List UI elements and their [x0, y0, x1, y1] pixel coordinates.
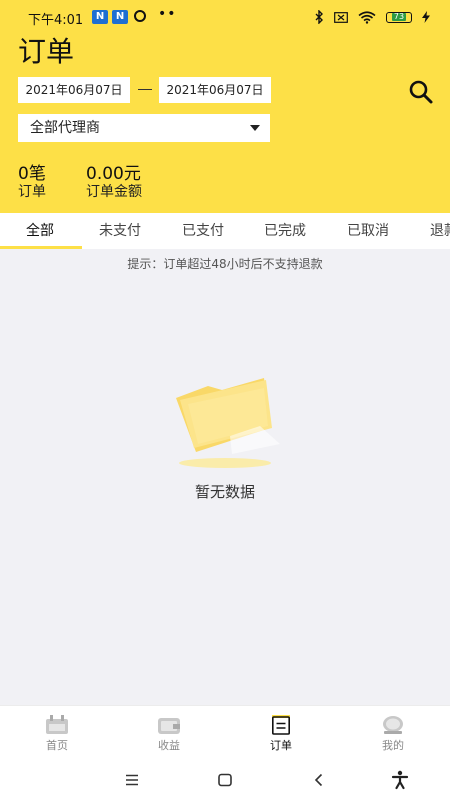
- dropdown-caret-icon: [250, 125, 260, 131]
- tab-refund[interactable]: 退款: [430, 213, 450, 249]
- status-time: 下午4:01: [28, 13, 84, 28]
- tab-cancelled[interactable]: 已取消: [347, 213, 389, 249]
- tab-paid[interactable]: 已支付: [182, 213, 224, 249]
- charging-icon: [422, 11, 430, 23]
- end-date-field[interactable]: 2021年06月07日: [159, 77, 271, 103]
- back-icon[interactable]: [307, 768, 331, 792]
- header-panel: 下午4:01 N N •• 73 订单 2021年06月07日 2021年06月…: [0, 0, 450, 213]
- active-tab-indicator: [0, 246, 82, 249]
- page-title: 订单: [18, 35, 75, 68]
- nav-label-orders: 订单: [270, 739, 292, 752]
- nav-item-home[interactable]: 首页: [12, 706, 102, 761]
- home-square-icon[interactable]: [213, 768, 237, 792]
- search-icon[interactable]: [407, 78, 435, 106]
- wallet-icon: [158, 718, 180, 734]
- nav-label-profile: 我的: [382, 739, 404, 752]
- profile-icon: [383, 716, 403, 734]
- bottom-navigation: 首页 收益 订单 我的: [0, 705, 450, 761]
- notification-badge-icon: N: [92, 10, 108, 24]
- agent-select-value: 全部代理商: [30, 120, 100, 136]
- empty-state-text: 暂无数据: [194, 483, 255, 501]
- order-amount-label: 订单金额: [86, 184, 142, 200]
- empty-folder-icon: [176, 378, 280, 468]
- bluetooth-icon: [315, 10, 323, 24]
- tab-completed[interactable]: 已完成: [264, 213, 306, 249]
- nav-item-profile[interactable]: 我的: [348, 706, 438, 761]
- start-date-field[interactable]: 2021年06月07日: [18, 77, 130, 103]
- status-bar: 下午4:01 N N •• 73: [0, 0, 450, 34]
- order-status-tabs: 全部 未支付 已支付 已完成 已取消 退款: [0, 213, 450, 249]
- nav-label-home: 首页: [46, 739, 68, 752]
- tab-unpaid[interactable]: 未支付: [99, 213, 141, 249]
- nav-item-orders[interactable]: 订单: [236, 706, 326, 761]
- notification-app-icon: [134, 10, 146, 22]
- nav-label-earnings: 收益: [158, 739, 180, 752]
- accessibility-icon[interactable]: [388, 768, 412, 792]
- date-range-separator: [138, 89, 152, 90]
- menu-icon[interactable]: [120, 768, 144, 792]
- home-calendar-icon: [46, 715, 68, 734]
- battery-icon: 73: [386, 11, 412, 23]
- tab-all[interactable]: 全部: [26, 213, 54, 249]
- no-sim-icon: [334, 11, 348, 23]
- status-right-group: 73: [314, 8, 430, 26]
- system-navigation-bar: [0, 760, 450, 800]
- agent-select[interactable]: 全部代理商: [18, 114, 270, 142]
- order-count-label: 订单: [18, 184, 46, 200]
- wifi-icon: [358, 10, 376, 24]
- refund-hint: 提示：订单超过48小时后不支持退款: [127, 257, 323, 271]
- more-notifications-icon: ••: [158, 6, 177, 22]
- nav-item-earnings[interactable]: 收益: [124, 706, 214, 761]
- order-list-icon: [271, 715, 290, 735]
- notification-badge-icon: N: [112, 10, 128, 24]
- battery-level: 73: [391, 12, 407, 21]
